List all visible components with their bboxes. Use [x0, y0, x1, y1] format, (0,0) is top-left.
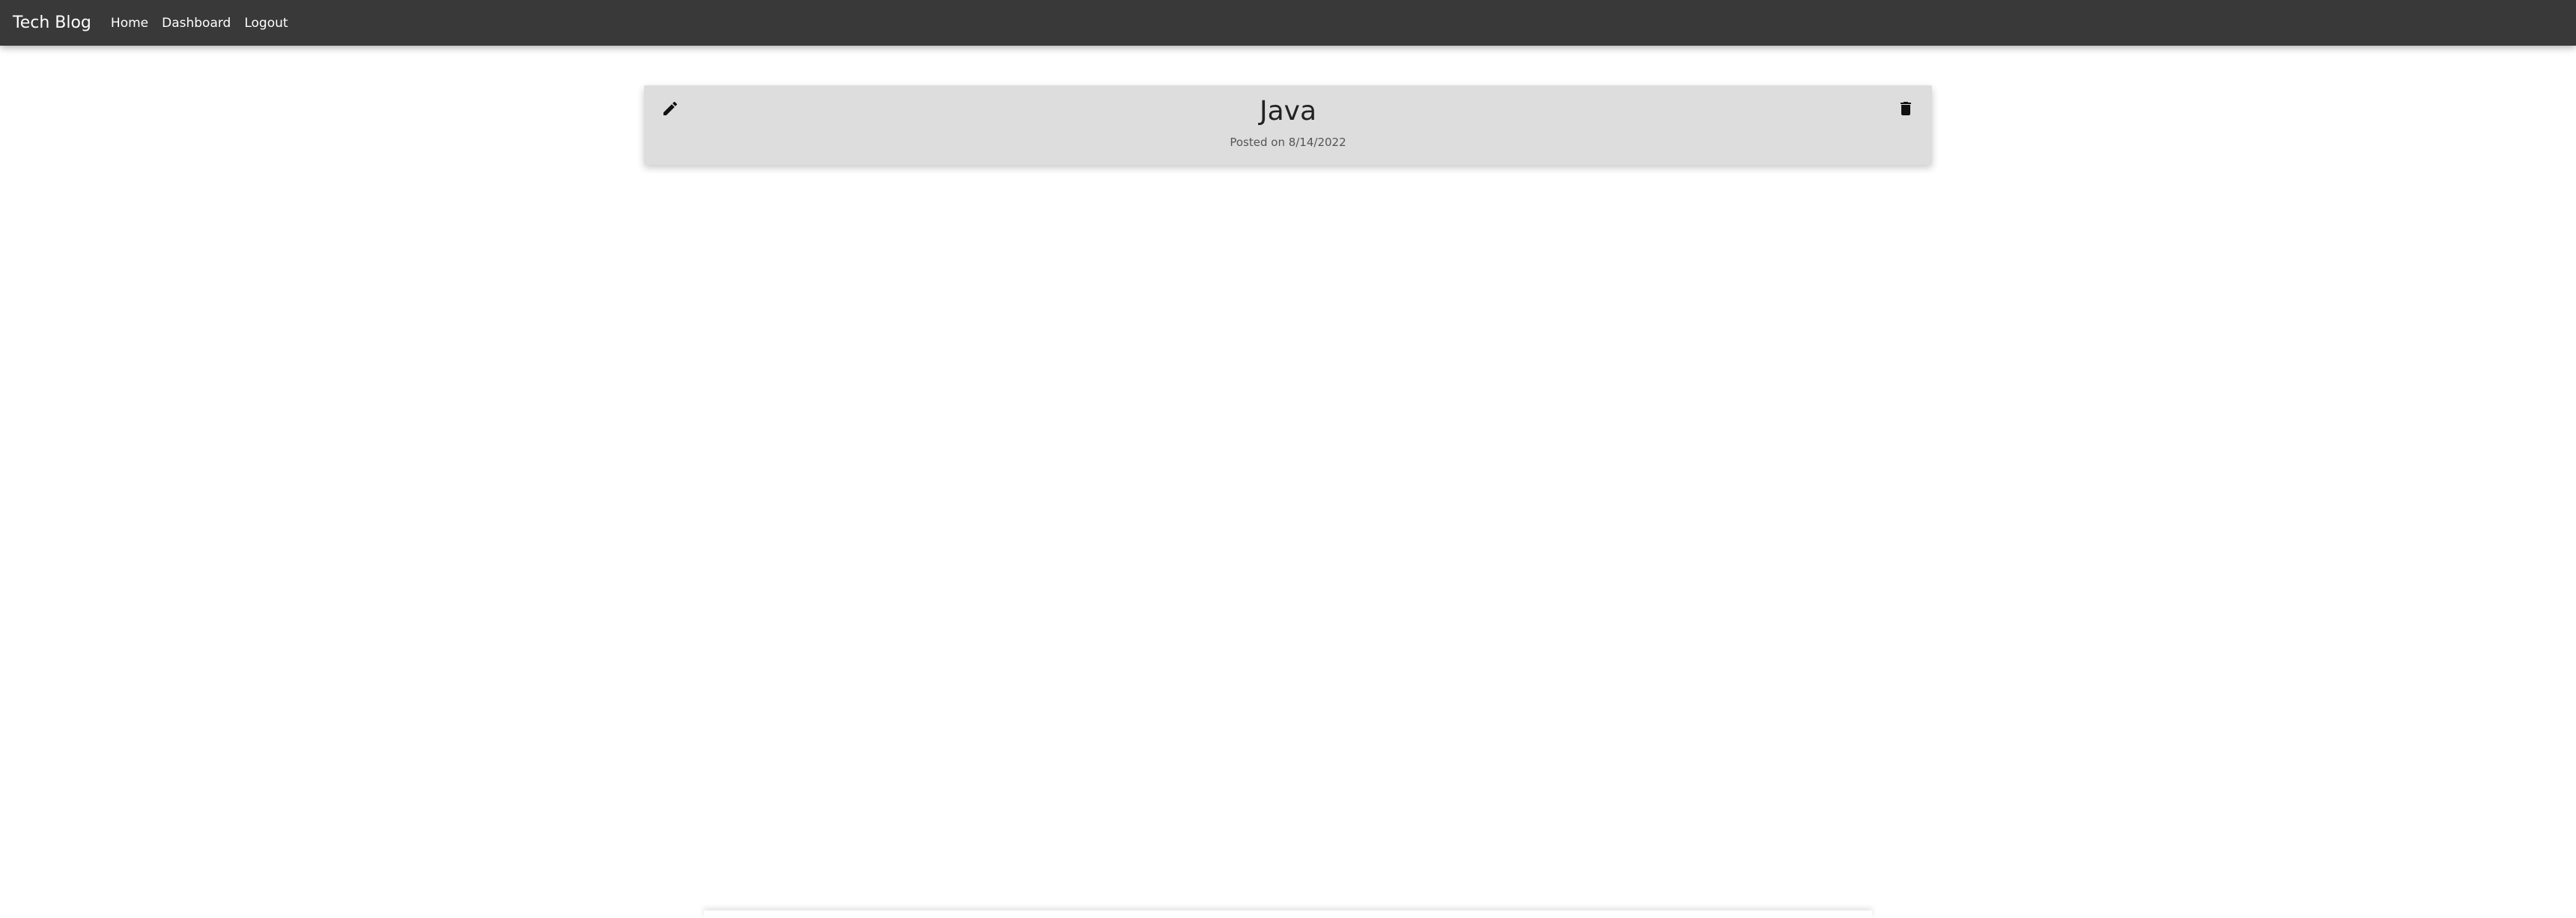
- post-title[interactable]: Java: [644, 96, 1932, 127]
- trash-icon: [1901, 102, 1911, 115]
- nav-link-dashboard[interactable]: Dashboard: [162, 16, 231, 31]
- post-date: Posted on 8/14/2022: [1230, 136, 1346, 149]
- delete-post-button[interactable]: [1895, 97, 1917, 120]
- brand-logo-link[interactable]: Tech Blog: [13, 13, 91, 32]
- nav-link-logout[interactable]: Logout: [244, 16, 288, 31]
- nav-link-home[interactable]: Home: [111, 16, 148, 31]
- post-card: Java Posted on 8/14/2022: [644, 85, 1932, 165]
- navbar: Tech Blog Home Dashboard Logout: [0, 0, 2576, 46]
- footer-edge: [704, 911, 1872, 918]
